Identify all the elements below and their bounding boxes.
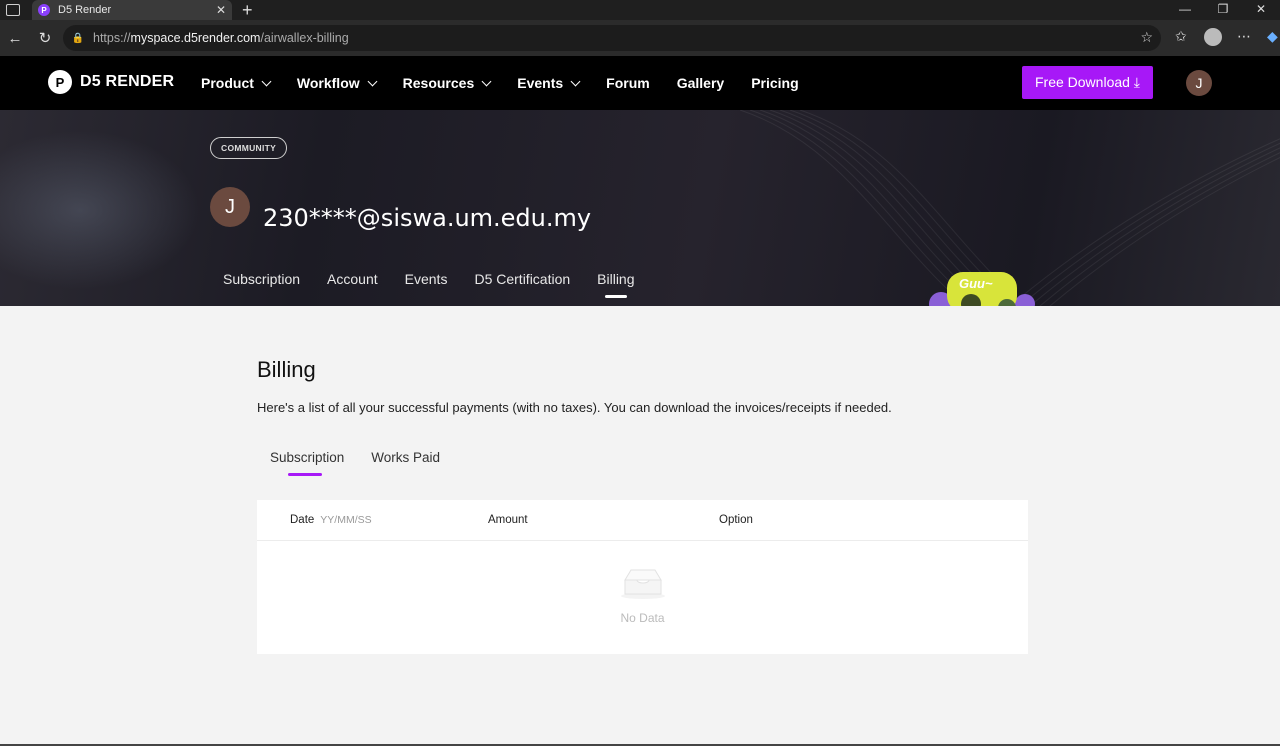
favorite-star-icon[interactable]: ☆: [1140, 29, 1153, 46]
reload-icon[interactable]: ↻: [30, 29, 60, 47]
tab-actions-icon[interactable]: [6, 4, 20, 16]
billing-title: Billing: [257, 357, 316, 382]
tab-works-paid[interactable]: Works Paid: [371, 450, 440, 465]
billing-tabs: Subscription Works Paid: [270, 450, 467, 476]
column-option: Option: [719, 514, 753, 526]
nav-item-product[interactable]: Product: [201, 75, 272, 91]
url-text: https://myspace.d5render.com/airwallex-b…: [93, 31, 349, 45]
community-badge: COMMUNITY: [210, 137, 288, 159]
site-logo[interactable]: P D5 RENDER: [48, 70, 174, 94]
lock-icon[interactable]: 🔒: [71, 31, 85, 45]
profile-username: 230****@siswa.um.edu.my: [263, 204, 592, 232]
free-download-button[interactable]: Free Download ⤓: [1022, 66, 1153, 99]
browser-tab[interactable]: P D5 Render ✕: [32, 0, 232, 20]
tab-events[interactable]: Events: [405, 271, 448, 287]
nav-item-forum[interactable]: Forum: [606, 75, 650, 91]
close-window-icon[interactable]: ✕: [1242, 0, 1280, 20]
profile-avatar: J: [210, 187, 250, 227]
browser-tab-bar: P D5 Render ✕ + — ❐ ✕: [0, 0, 1280, 20]
tab-account[interactable]: Account: [327, 271, 378, 287]
tab-billing-subscription[interactable]: Subscription: [270, 450, 344, 476]
table-header: Date YY/MM/SS Amount Option: [257, 500, 1028, 541]
chevron-down-icon: [570, 76, 581, 87]
favicon-icon: P: [38, 4, 50, 16]
window-controls: — ❐ ✕: [1166, 0, 1280, 20]
back-icon[interactable]: ←: [0, 30, 30, 47]
mascot-text: Guu~: [959, 276, 993, 291]
nav-item-pricing[interactable]: Pricing: [751, 75, 798, 91]
minimize-icon[interactable]: —: [1166, 0, 1204, 20]
chevron-down-icon: [481, 76, 492, 87]
chevron-down-icon: [367, 76, 378, 87]
mascot-illustration: Guu~: [929, 272, 1035, 306]
nav-menu: Product Workflow Resources Events Forum …: [201, 75, 826, 91]
empty-state: No Data: [257, 566, 1028, 625]
logo-text: D5 RENDER: [80, 73, 175, 90]
more-icon[interactable]: ⋯: [1237, 28, 1251, 45]
logo-icon: P: [48, 70, 72, 94]
empty-inbox-icon: [620, 569, 665, 599]
payments-table: Date YY/MM/SS Amount Option No Data: [257, 500, 1028, 654]
tab-subscription[interactable]: Subscription: [223, 271, 300, 287]
profile-tabs: Subscription Account Events D5 Certifica…: [223, 271, 662, 298]
column-date[interactable]: Date YY/MM/SS: [290, 514, 372, 526]
profile-hero: COMMUNITY J 230****@siswa.um.edu.my Subs…: [0, 110, 1280, 306]
tab-billing[interactable]: Billing: [597, 271, 635, 298]
nav-item-workflow[interactable]: Workflow: [297, 75, 378, 91]
site-nav: P D5 RENDER Product Workflow Resources E…: [0, 56, 1280, 110]
no-data-text: No Data: [620, 611, 665, 625]
hero-glow: [0, 130, 200, 290]
nav-item-resources[interactable]: Resources: [403, 75, 492, 91]
browser-toolbar: ← ↻ 🔒 https://myspace.d5render.com/airwa…: [0, 20, 1280, 56]
tab-title: D5 Render: [58, 4, 112, 16]
nav-item-gallery[interactable]: Gallery: [677, 75, 724, 91]
favorites-icon[interactable]: ✩: [1175, 28, 1187, 45]
copilot-icon[interactable]: ◆: [1267, 28, 1278, 45]
chevron-down-icon: [261, 76, 272, 87]
close-tab-icon[interactable]: ✕: [216, 3, 226, 17]
nav-item-events[interactable]: Events: [517, 75, 581, 91]
billing-description: Here's a list of all your successful pay…: [257, 400, 892, 415]
tab-d5-certification[interactable]: D5 Certification: [474, 271, 570, 287]
new-tab-icon[interactable]: +: [242, 0, 253, 20]
address-bar[interactable]: 🔒 https://myspace.d5render.com/airwallex…: [63, 25, 1161, 51]
restore-icon[interactable]: ❐: [1204, 0, 1242, 20]
user-avatar[interactable]: J: [1186, 70, 1212, 96]
date-format-hint: YY/MM/SS: [320, 514, 372, 526]
column-amount: Amount: [488, 514, 528, 526]
browser-profile-icon[interactable]: [1204, 28, 1222, 46]
